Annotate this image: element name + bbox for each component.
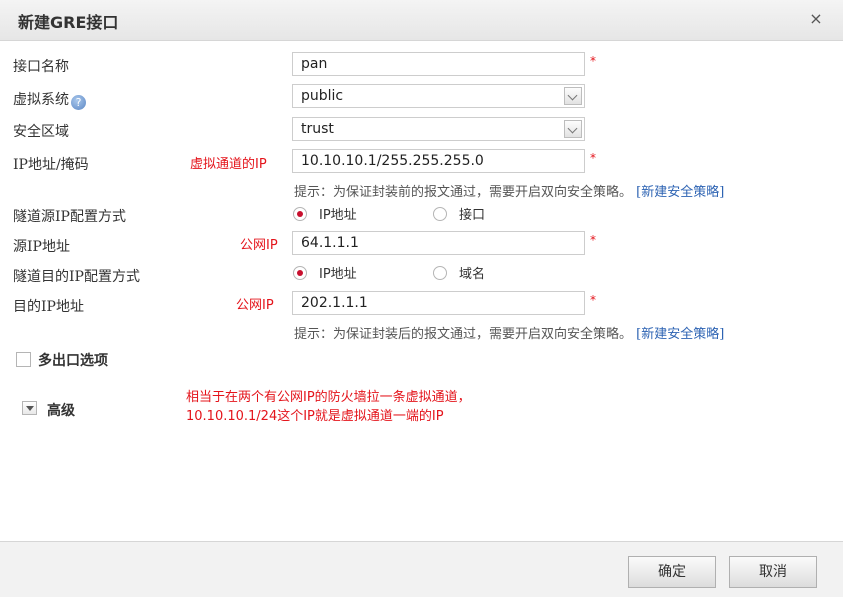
hint-post-encap-text: 提示：为保证封装后的报文通过，需要开启双向安全策略。 (294, 327, 633, 342)
dialog-titlebar: 新建GRE接口 × (0, 0, 843, 41)
chevron-down-icon[interactable] (564, 120, 582, 138)
security-zone-select[interactable]: trust (292, 117, 585, 141)
ip-mask-input[interactable]: 10.10.10.1/255.255.255.0 (292, 149, 585, 173)
hint-pre-encap: 提示：为保证封装前的报文通过，需要开启双向安全策略。 [新建安全策略] (294, 181, 724, 200)
close-icon[interactable]: × (807, 9, 825, 29)
hint-pre-encap-text: 提示：为保证封装前的报文通过，需要开启双向安全策略。 (294, 185, 633, 200)
source-ip-input[interactable]: 64.1.1.1 (292, 231, 585, 255)
required-mark: * (590, 233, 596, 247)
new-security-policy-link[interactable]: [新建安全策略] (636, 327, 724, 342)
security-zone-value: trust (301, 121, 334, 137)
tunnel-dest-option-domain-label: 域名 (459, 267, 486, 282)
interface-name-input[interactable]: pan (292, 52, 585, 76)
multi-exit-label: 多出口选项 (38, 353, 108, 369)
dialog-body: 接口名称 pan * 虚拟系统? public 安全区域 trust IP地址/… (3, 41, 840, 541)
virtual-system-label: 虚拟系统? (13, 89, 86, 110)
source-ip-label: 源IP地址 (13, 239, 70, 255)
hint-post-encap: 提示：为保证封装后的报文通过，需要开启双向安全策略。 [新建安全策略] (294, 323, 724, 342)
required-mark: * (590, 54, 596, 68)
tunnel-source-option-ip-label: IP地址 (319, 208, 357, 223)
tunnel-dest-option-domain[interactable]: 域名 (433, 263, 485, 282)
dest-ip-label: 目的IP地址 (13, 299, 84, 315)
radio-selected[interactable] (293, 207, 307, 221)
expand-icon[interactable] (22, 401, 37, 415)
radio-unselected[interactable] (433, 266, 447, 280)
virtual-system-label-text: 虚拟系统 (13, 92, 69, 108)
help-icon[interactable]: ? (71, 95, 86, 110)
tunnel-source-mode-label: 隧道源IP配置方式 (13, 209, 126, 225)
virtual-system-select[interactable]: public (292, 84, 585, 108)
tunnel-dest-option-ip[interactable]: IP地址 (293, 263, 433, 282)
tunnel-source-mode-radios: IP地址 接口 (293, 204, 485, 223)
tunnel-source-option-ip[interactable]: IP地址 (293, 204, 433, 223)
note-line-1: 相当于在两个有公网IP的防火墙拉一条虚拟通道， (186, 390, 471, 405)
advanced-label[interactable]: 高级 (47, 400, 75, 420)
radio-selected[interactable] (293, 266, 307, 280)
dialog-title: 新建GRE接口 (18, 13, 119, 32)
required-mark: * (590, 151, 596, 165)
tunnel-source-option-interface-label: 接口 (459, 208, 486, 223)
security-zone-label: 安全区域 (13, 124, 69, 140)
dest-ip-annotation: 公网IP (236, 298, 274, 313)
new-security-policy-link[interactable]: [新建安全策略] (636, 185, 724, 200)
virtual-system-value: public (301, 88, 344, 104)
tunnel-dest-mode-label: 隧道目的IP配置方式 (13, 269, 140, 285)
multi-exit-checkbox[interactable] (16, 352, 31, 367)
note-line-2: 10.10.10.1/24这个IP就是虚拟通道一端的IP (186, 409, 444, 424)
cancel-button[interactable]: 取消 (729, 556, 817, 588)
radio-unselected[interactable] (433, 207, 447, 221)
tunnel-source-option-interface[interactable]: 接口 (433, 204, 485, 223)
dialog-footer: 确定 取消 (0, 541, 843, 597)
ip-mask-annotation: 虚拟通道的IP (190, 157, 267, 172)
tunnel-dest-option-ip-label: IP地址 (319, 267, 357, 282)
source-ip-annotation: 公网IP (240, 238, 278, 253)
tunnel-dest-mode-radios: IP地址 域名 (293, 263, 485, 282)
ok-button[interactable]: 确定 (628, 556, 716, 588)
interface-name-label: 接口名称 (13, 59, 69, 75)
gre-interface-dialog: 新建GRE接口 × 接口名称 pan * 虚拟系统? public 安全区域 t… (0, 0, 843, 597)
chevron-down-icon[interactable] (564, 87, 582, 105)
dest-ip-input[interactable]: 202.1.1.1 (292, 291, 585, 315)
ip-mask-label: IP地址/掩码 (13, 157, 89, 173)
required-mark: * (590, 293, 596, 307)
